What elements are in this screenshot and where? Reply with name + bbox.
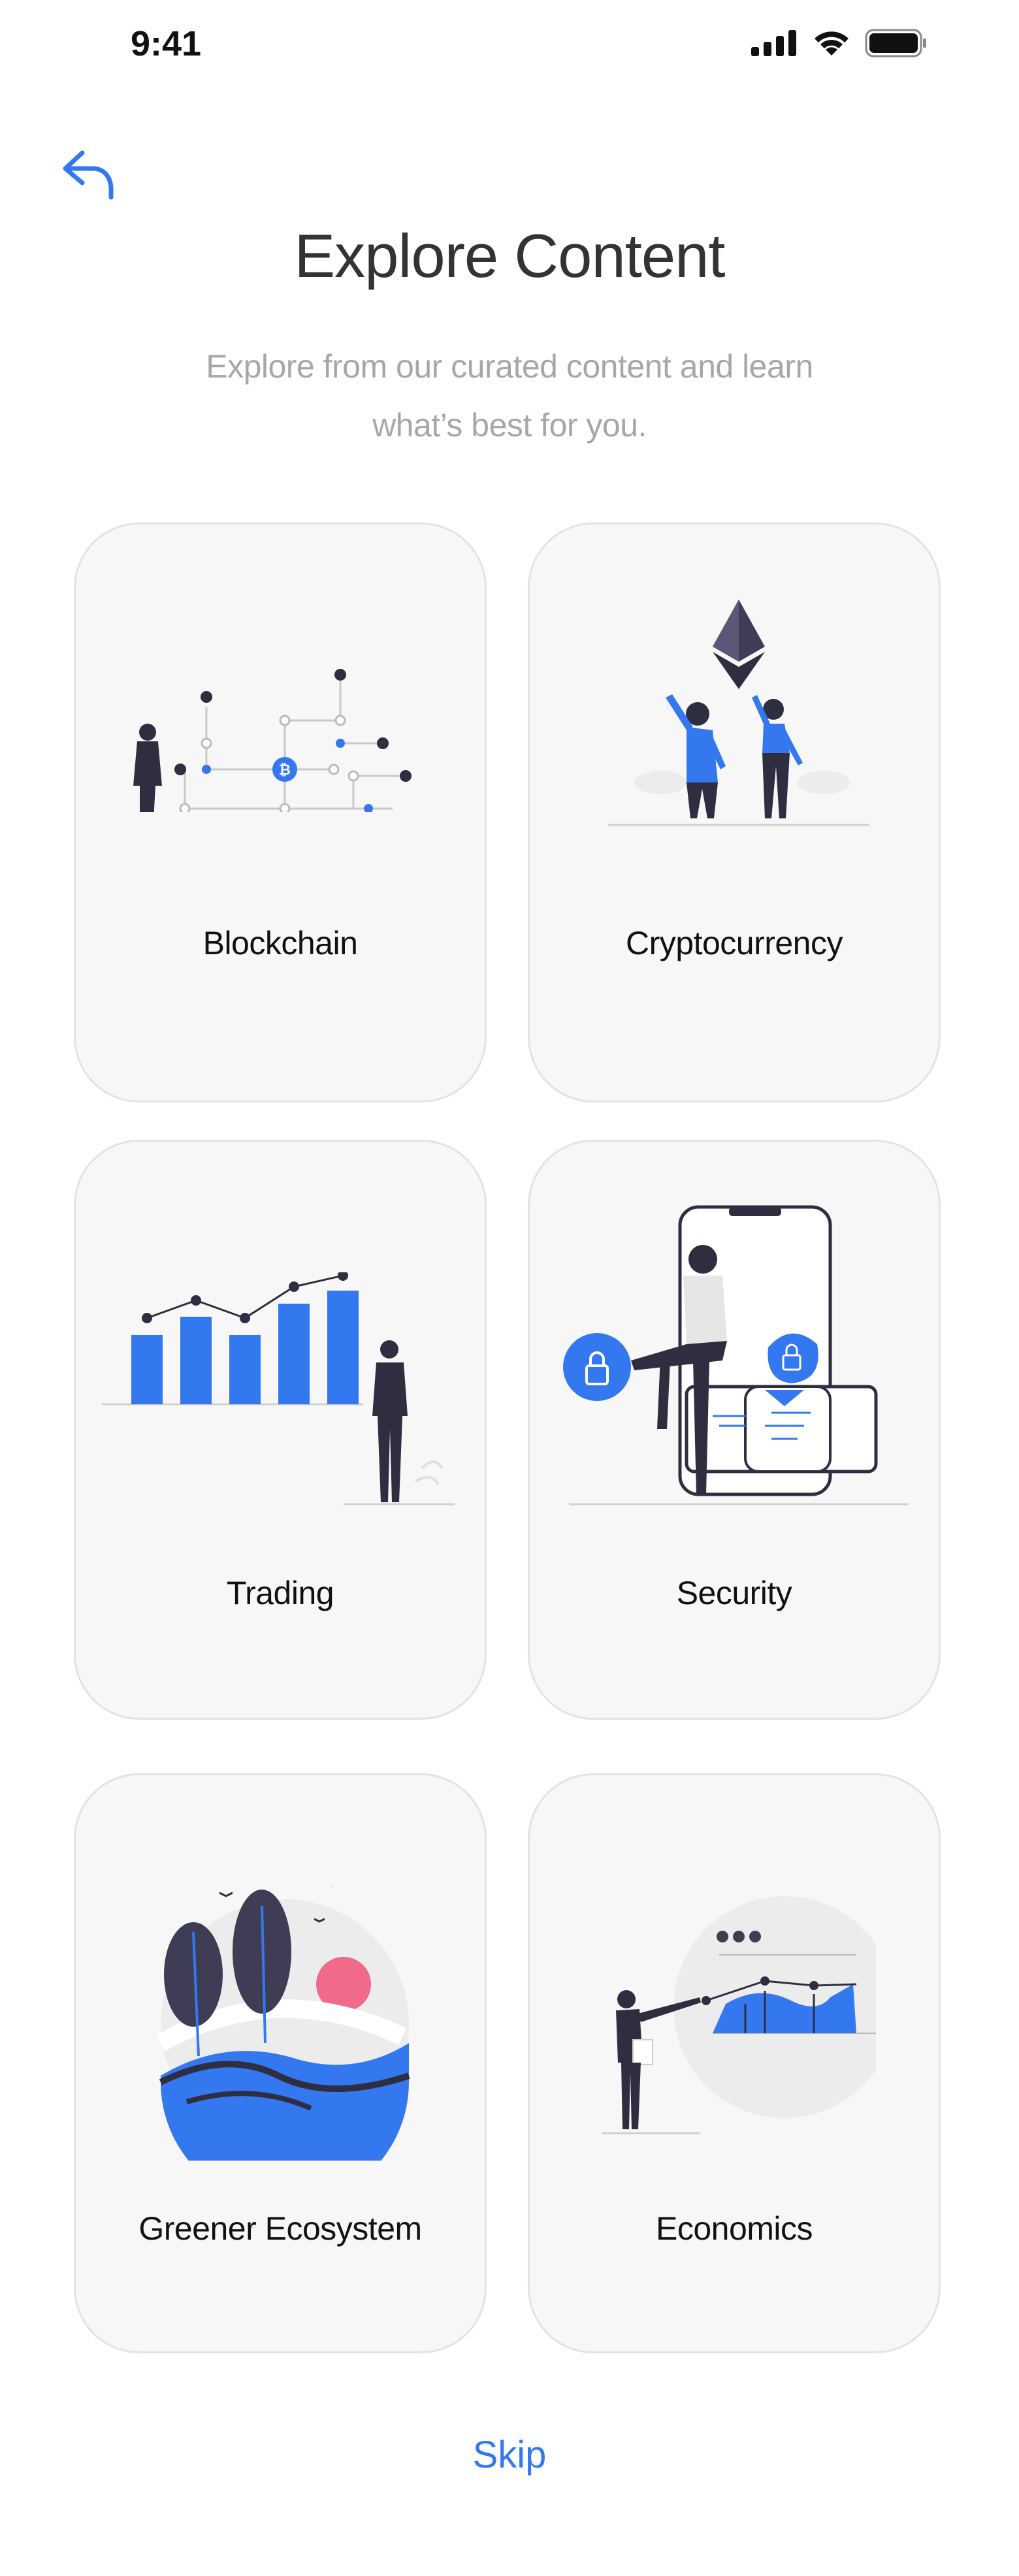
card-label: Security: [676, 1575, 792, 1611]
card-economics[interactable]: Economics: [528, 1773, 941, 2353]
card-label: Blockchain: [202, 925, 358, 961]
card-security[interactable]: Security: [528, 1140, 941, 1720]
svg-text:₿: ₿: [279, 762, 291, 779]
battery-icon: [865, 29, 926, 57]
card-label: Economics: [655, 2210, 813, 2247]
cryptocurrency-illustration: [608, 600, 869, 826]
status-bar: 9:41: [0, 0, 1019, 85]
blockchain-illustration: ₿: [133, 669, 412, 812]
card-greener-ecosystem[interactable]: Greener Ecosystem: [74, 1773, 487, 2353]
card-label: Greener Ecosystem: [138, 2210, 422, 2247]
economics-illustration: [602, 1896, 876, 2134]
card-trading[interactable]: Trading: [74, 1140, 487, 1720]
greener-ecosystem-illustration: [156, 1886, 410, 2161]
page-subtitle: Explore from our curated content and lea…: [170, 337, 849, 455]
card-cryptocurrency[interactable]: Cryptocurrency: [528, 523, 941, 1103]
cellular-signal-icon: [751, 30, 796, 56]
wifi-icon: [815, 31, 849, 56]
page-title: Explore Content: [294, 221, 725, 290]
status-time: 9:41: [131, 24, 202, 63]
back-arrow-icon: [63, 150, 114, 200]
trading-illustration: [102, 1272, 455, 1505]
card-label: Cryptocurrency: [626, 925, 843, 961]
subtitle-line-2: what’s best for you.: [372, 407, 647, 443]
card-blockchain[interactable]: ₿ Blockchain: [74, 523, 487, 1103]
card-label: Trading: [226, 1575, 334, 1611]
back-button[interactable]: [57, 144, 120, 206]
subtitle-line-1: Explore from our curated content and lea…: [206, 348, 813, 385]
status-icons: [751, 29, 928, 57]
security-illustration: [563, 1205, 909, 1505]
skip-button[interactable]: Skip: [0, 2433, 1019, 2477]
